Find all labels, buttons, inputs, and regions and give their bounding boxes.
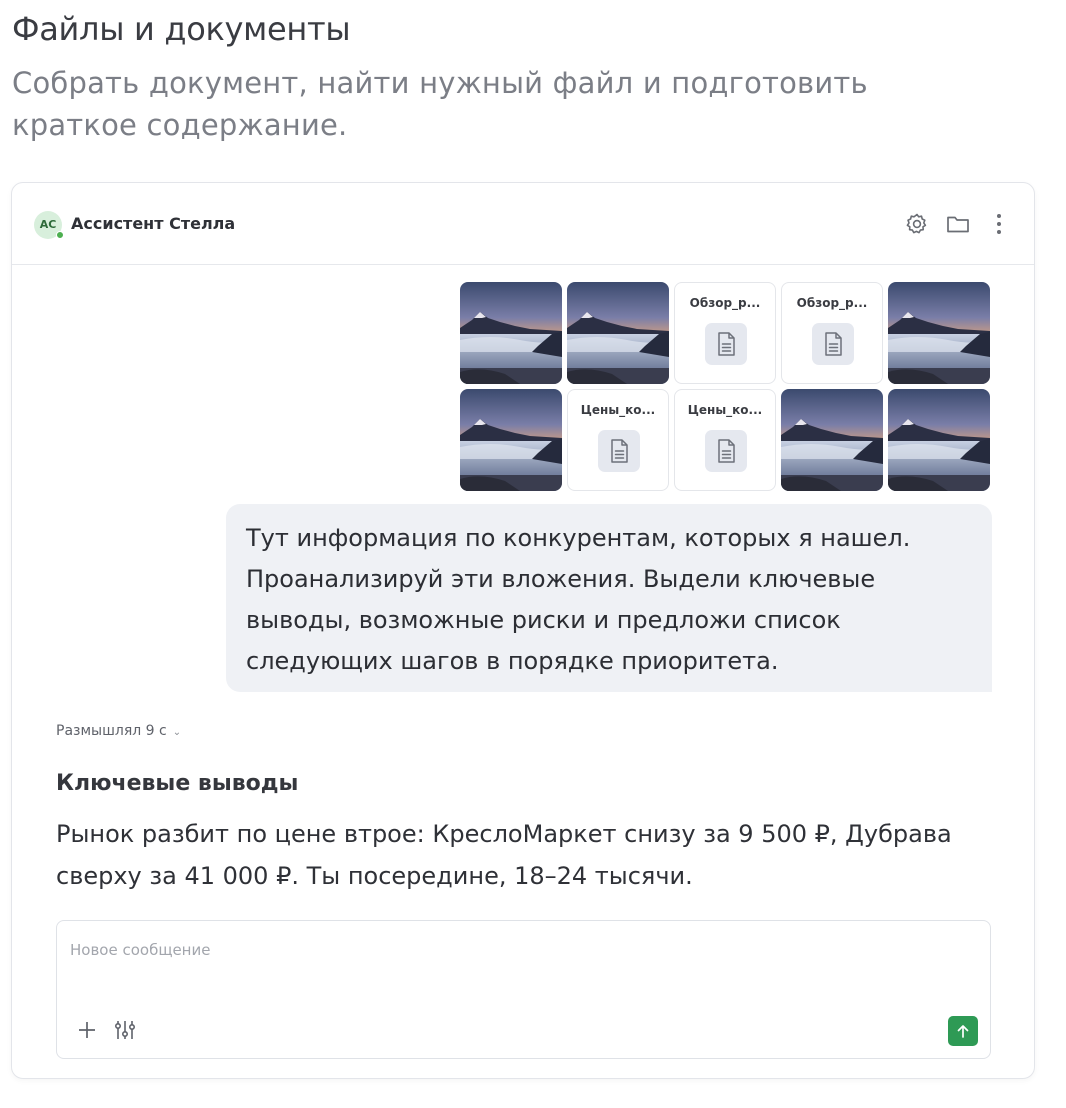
document-name: Цены_ко...	[580, 403, 656, 417]
send-button[interactable]	[948, 1016, 978, 1046]
page-subtitle: Собрать документ, найти нужный файл и по…	[12, 66, 868, 142]
document-icon	[812, 323, 854, 365]
image-attachment[interactable]	[460, 282, 562, 384]
answer-heading: Ключевые выводы	[56, 771, 299, 796]
message-input[interactable]	[70, 937, 950, 963]
chat-header: АС Ассистент Стелла	[12, 183, 1034, 265]
document-icon	[705, 430, 747, 472]
document-icon	[598, 430, 640, 472]
online-status-dot	[56, 231, 64, 239]
document-attachment[interactable]: Обзор_р...	[781, 282, 883, 384]
message-composer	[56, 920, 991, 1059]
settings-sliders-icon[interactable]	[111, 1016, 139, 1044]
image-attachment[interactable]	[460, 389, 562, 491]
mountain-photo	[781, 389, 883, 491]
image-attachment[interactable]	[888, 389, 990, 491]
folder-icon[interactable]	[944, 210, 972, 238]
mountain-photo	[460, 389, 562, 491]
chat-window: АС Ассистент Стелла Обзор_р... Обзор_р...…	[11, 182, 1035, 1079]
image-attachment[interactable]	[781, 389, 883, 491]
more-vertical-icon[interactable]	[985, 210, 1013, 238]
user-message-bubble: Тут информация по конкурентам, которых я…	[226, 504, 992, 692]
document-name: Обзор_р...	[796, 296, 868, 310]
mountain-photo	[888, 282, 990, 384]
document-attachment[interactable]: Цены_ко...	[674, 389, 776, 491]
gear-icon[interactable]	[903, 210, 931, 238]
document-icon	[705, 323, 747, 365]
page-title: Файлы и документы	[12, 10, 351, 48]
thinking-toggle[interactable]: Размышлял 9 с ⌄	[56, 723, 181, 739]
answer-text: Рынок разбит по цене втрое: КреслоМаркет…	[56, 820, 952, 890]
image-attachment[interactable]	[567, 282, 669, 384]
document-attachment[interactable]: Цены_ко...	[567, 389, 669, 491]
image-attachment[interactable]	[888, 282, 990, 384]
mountain-photo	[567, 282, 669, 384]
document-name: Обзор_р...	[689, 296, 761, 310]
document-name: Цены_ко...	[687, 403, 763, 417]
mountain-photo	[460, 282, 562, 384]
mountain-photo	[888, 389, 990, 491]
chevron-down-icon: ⌄	[172, 727, 182, 738]
thinking-label: Размышлял 9 с	[56, 723, 167, 739]
assistant-name: Ассистент Стелла	[71, 214, 236, 233]
plus-icon[interactable]	[73, 1016, 101, 1044]
document-attachment[interactable]: Обзор_р...	[674, 282, 776, 384]
